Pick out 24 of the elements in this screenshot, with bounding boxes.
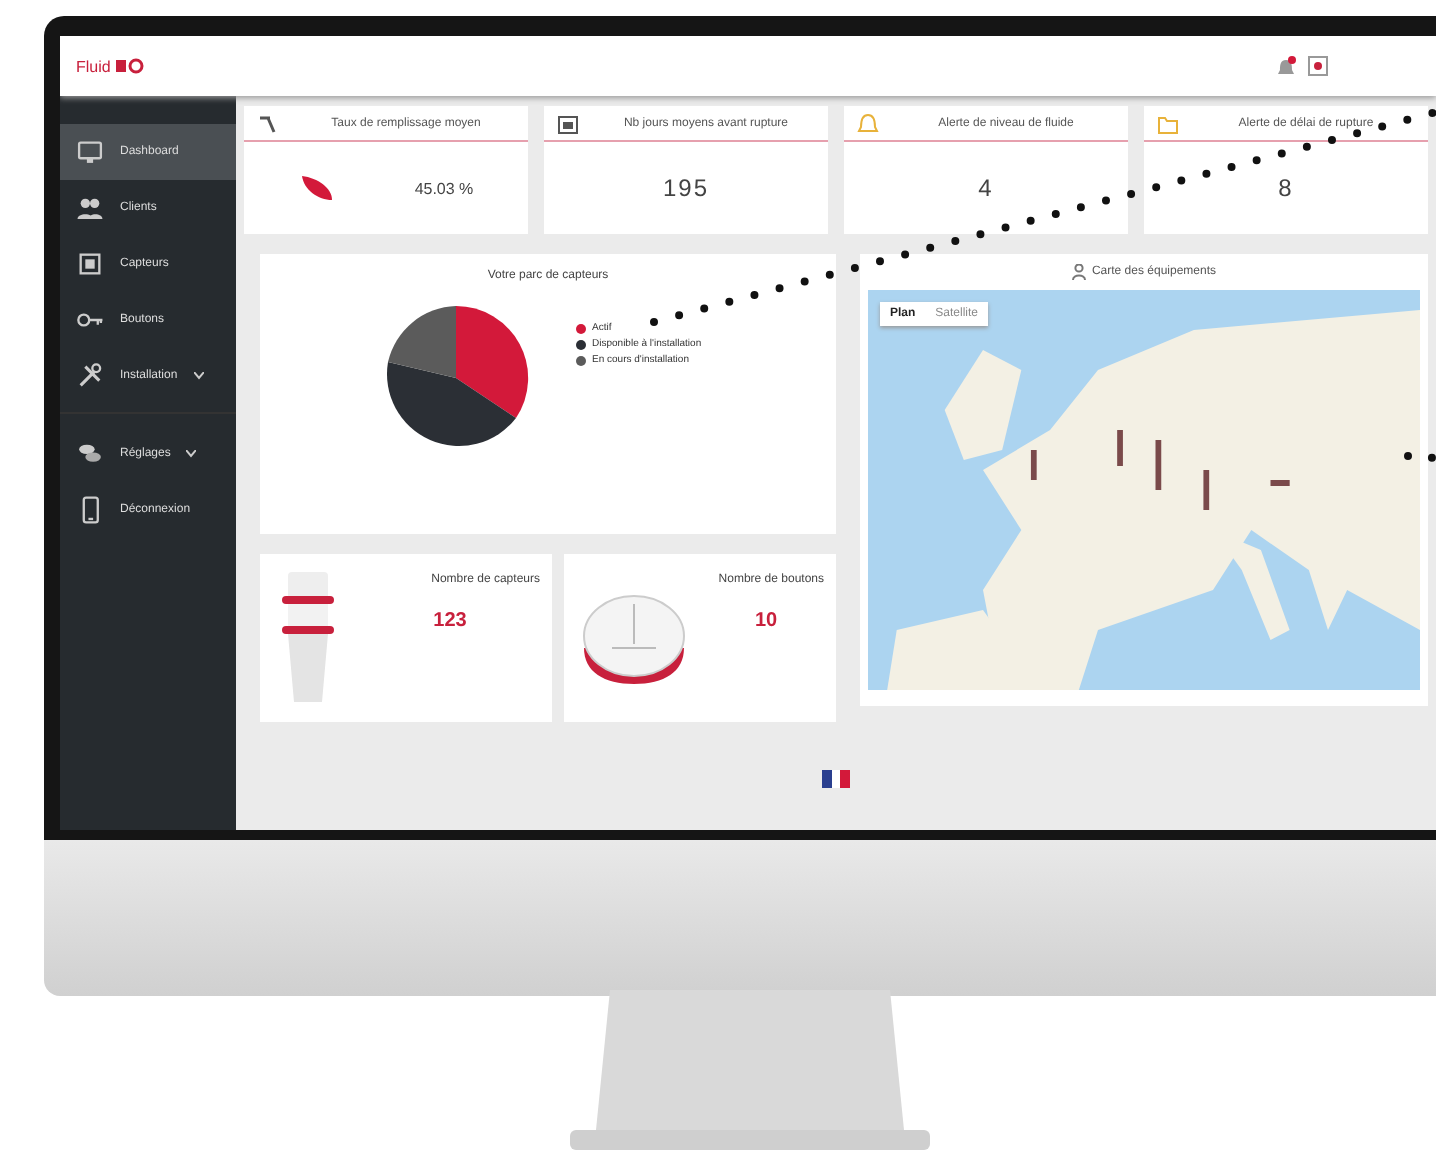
people-icon bbox=[76, 194, 104, 222]
caret-icon bbox=[193, 372, 204, 380]
stat-value: 45.03 % bbox=[414, 179, 474, 197]
user-box-icon[interactable] bbox=[1308, 56, 1328, 76]
stat-value: 8 bbox=[1278, 174, 1294, 202]
stat-value: 4 bbox=[978, 174, 994, 202]
bell-icon[interactable] bbox=[1276, 55, 1296, 77]
chip-icon bbox=[76, 250, 104, 278]
count-value: 123 bbox=[433, 610, 467, 632]
stat-value: 195 bbox=[662, 174, 710, 202]
coins-icon bbox=[76, 440, 104, 468]
monitor-icon bbox=[76, 138, 104, 166]
callout-line bbox=[1404, 452, 1436, 462]
flag-icon[interactable] bbox=[822, 770, 850, 788]
folder-icon bbox=[1156, 111, 1180, 135]
count-value: 10 bbox=[754, 610, 778, 632]
caret-icon bbox=[186, 450, 197, 458]
app-logo: Fluid bbox=[76, 57, 111, 75]
wrench-icon bbox=[76, 362, 104, 390]
person-icon bbox=[1071, 264, 1086, 280]
drop-icon bbox=[298, 174, 335, 202]
calendar-icon bbox=[556, 111, 580, 135]
logo-mark-icon bbox=[116, 58, 145, 74]
bell-icon bbox=[856, 111, 880, 135]
